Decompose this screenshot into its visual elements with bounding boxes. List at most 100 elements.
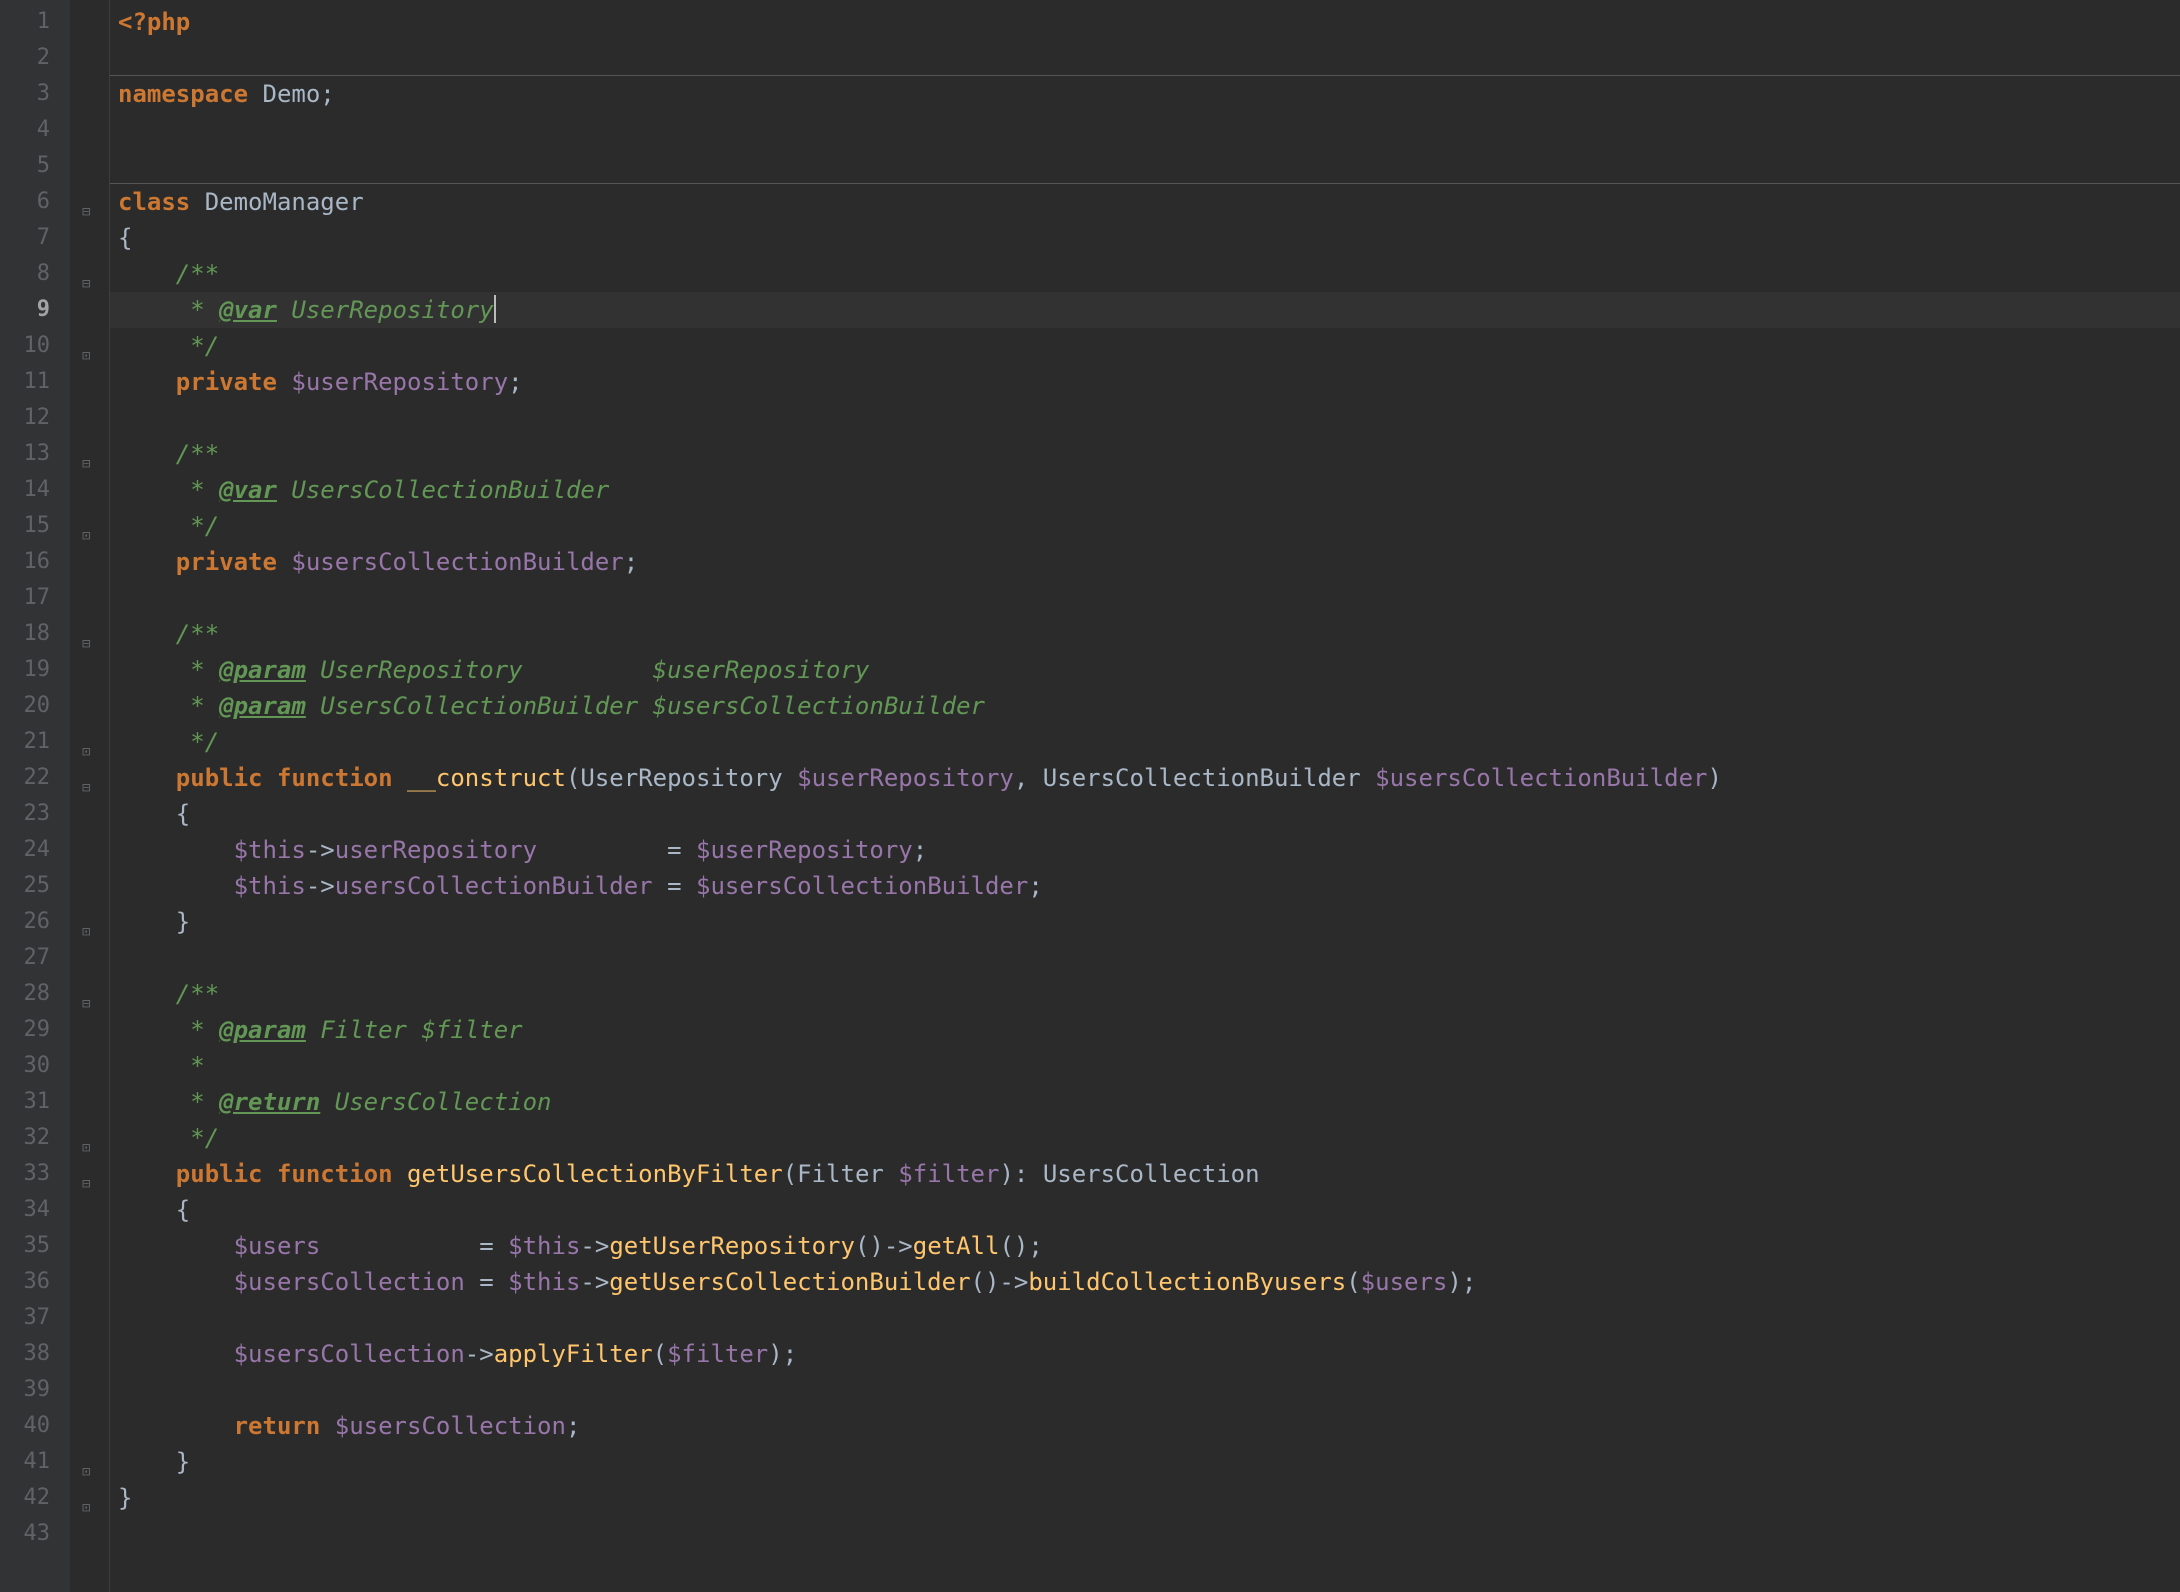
fold-open-icon[interactable] [70,256,109,292]
code-line-current[interactable]: * @var UserRepository [110,292,2180,328]
line-number-gutter: 1 2 3 4 5 6 7 8 9 10 11 12 13 14 15 16 1… [0,0,70,1592]
code-line[interactable]: $usersCollection->applyFilter($filter); [110,1336,2180,1372]
code-line[interactable]: public function getUsersCollectionByFilt… [110,1156,2180,1192]
code-line[interactable]: /** [110,256,2180,292]
fold-open-icon[interactable] [70,760,109,796]
code-line[interactable]: public function __construct(UserReposito… [110,760,2180,796]
code-line[interactable] [110,940,2180,976]
fold-close-icon[interactable] [70,724,109,760]
code-line[interactable]: $users = $this->getUserRepository()->get… [110,1228,2180,1264]
code-line[interactable]: private $usersCollectionBuilder; [110,544,2180,580]
var-this: $this [234,872,306,900]
code-line[interactable] [110,1372,2180,1408]
code-line[interactable]: */ [110,508,2180,544]
fold-close-icon[interactable] [70,904,109,940]
line-number: 21 [0,724,50,760]
code-line[interactable]: * [110,1048,2180,1084]
fold-close-icon[interactable] [70,508,109,544]
code-line[interactable]: } [110,1480,2180,1516]
code-area[interactable]: <?php namespace Demo; class DemoManager … [110,0,2180,1592]
code-line[interactable]: <?php [110,4,2180,40]
code-line[interactable] [110,1516,2180,1552]
line-number: 33 [0,1156,50,1192]
code-line[interactable]: $usersCollection = $this->getUsersCollec… [110,1264,2180,1300]
doc-type: UsersCollection [320,1088,551,1116]
docblock: */ [176,1124,219,1152]
docblock: * [176,1052,205,1080]
line-number: 23 [0,796,50,832]
code-line[interactable]: * @param UsersCollectionBuilder $usersCo… [110,688,2180,724]
fold-close-icon[interactable] [70,1480,109,1516]
fold-open-icon[interactable] [70,436,109,472]
line-number: 19 [0,652,50,688]
fold-close-icon[interactable] [70,328,109,364]
code-line[interactable]: * @return UsersCollection [110,1084,2180,1120]
indent [118,1448,176,1476]
kw-function: function [263,764,393,792]
code-line[interactable]: } [110,1444,2180,1480]
code-line[interactable]: */ [110,328,2180,364]
fold-marker [70,652,109,688]
fn-construct: __construct [393,764,566,792]
code-line[interactable] [110,1300,2180,1336]
code-line[interactable] [110,148,2180,184]
code-line[interactable]: /** [110,436,2180,472]
code-line[interactable] [110,40,2180,76]
indent [118,872,234,900]
fold-close-icon[interactable] [70,1444,109,1480]
fold-marker [70,400,109,436]
fold-open-icon[interactable] [70,1156,109,1192]
code-editor[interactable]: 1 2 3 4 5 6 7 8 9 10 11 12 13 14 15 16 1… [0,0,2180,1592]
line-number: 5 [0,148,50,184]
code-line[interactable]: return $usersCollection; [110,1408,2180,1444]
code-line[interactable] [110,112,2180,148]
code-line[interactable]: * @param Filter $filter [110,1012,2180,1048]
indent [118,1088,176,1116]
php-open-tag: <?php [118,8,190,36]
code-line[interactable]: { [110,796,2180,832]
return-type: UsersCollection [1043,1160,1260,1188]
arrow: -> [306,872,335,900]
fold-marker [70,1084,109,1120]
doc-star: * [176,1016,219,1044]
line-number-current: 9 [0,292,50,328]
fold-open-icon[interactable] [70,184,109,220]
method: buildCollectionByusers [1028,1268,1346,1296]
code-line[interactable]: /** [110,976,2180,1012]
line-number: 15 [0,508,50,544]
code-line[interactable]: { [110,220,2180,256]
indent [118,728,176,756]
code-line[interactable]: { [110,1192,2180,1228]
fold-marker [70,292,109,328]
docblock: */ [176,332,219,360]
code-line[interactable]: * @param UserRepository $userRepository [110,652,2180,688]
fold-open-icon[interactable] [70,616,109,652]
brace: { [176,800,190,828]
fold-close-icon[interactable] [70,1120,109,1156]
line-number: 38 [0,1336,50,1372]
code-line[interactable]: */ [110,724,2180,760]
code-line[interactable] [110,400,2180,436]
code-line[interactable]: */ [110,1120,2180,1156]
code-line[interactable]: private $userRepository; [110,364,2180,400]
code-line[interactable]: } [110,904,2180,940]
semicolon: ; [1028,872,1042,900]
indent [118,1232,234,1260]
kw-class: class [118,188,190,216]
fold-marker [70,4,109,40]
doc-star: * [176,1088,219,1116]
code-line[interactable] [110,580,2180,616]
line-number: 12 [0,400,50,436]
indent [118,1052,176,1080]
fold-open-icon[interactable] [70,976,109,1012]
code-line[interactable]: class DemoManager [110,184,2180,220]
indent [118,1016,176,1044]
code-line[interactable]: * @var UsersCollectionBuilder [110,472,2180,508]
brace: { [176,1196,190,1224]
code-line[interactable]: $this->userRepository = $userRepository; [110,832,2180,868]
kw-function: function [263,1160,393,1188]
code-line[interactable]: namespace Demo; [110,76,2180,112]
code-line[interactable]: /** [110,616,2180,652]
code-line[interactable]: $this->usersCollectionBuilder = $usersCo… [110,868,2180,904]
type: UsersCollectionBuilder [1043,764,1375,792]
